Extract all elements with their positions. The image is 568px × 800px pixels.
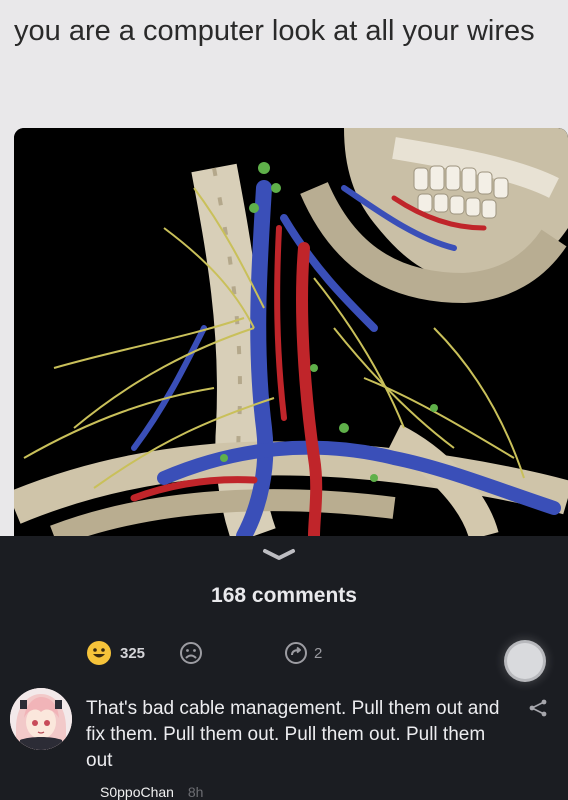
post-image[interactable]: [14, 128, 568, 536]
share-icon[interactable]: [527, 698, 549, 718]
comment-username[interactable]: S0ppoChan: [100, 784, 174, 800]
sad-face-icon: [180, 642, 202, 664]
repost-count: 2: [314, 644, 323, 662]
laugh-count: 325: [120, 644, 146, 662]
anatomy-neck-illustration: [14, 128, 568, 536]
laughing-emoji-icon: [87, 641, 111, 665]
laugh-reaction-button[interactable]: 325: [86, 638, 145, 668]
repost-button[interactable]: 2: [284, 638, 322, 668]
anime-avatar-icon: [10, 688, 72, 750]
reaction-bar: 325 2: [0, 638, 568, 668]
comments-count[interactable]: 168 comments: [0, 584, 568, 608]
chevron-down-icon[interactable]: [261, 547, 297, 561]
comment-meta: S0ppoChan 8h: [100, 784, 203, 800]
floating-action-button[interactable]: [507, 643, 543, 679]
post-title: you are a computer look at all your wire…: [14, 15, 535, 47]
sad-reaction-button[interactable]: [179, 638, 203, 668]
post-card: you are a computer look at all your wire…: [0, 0, 568, 536]
repost-icon: [285, 642, 307, 664]
comment-time: 8h: [187, 784, 204, 800]
comment-body: That's bad cable management. Pull them o…: [86, 698, 500, 771]
avatar[interactable]: [10, 688, 72, 750]
